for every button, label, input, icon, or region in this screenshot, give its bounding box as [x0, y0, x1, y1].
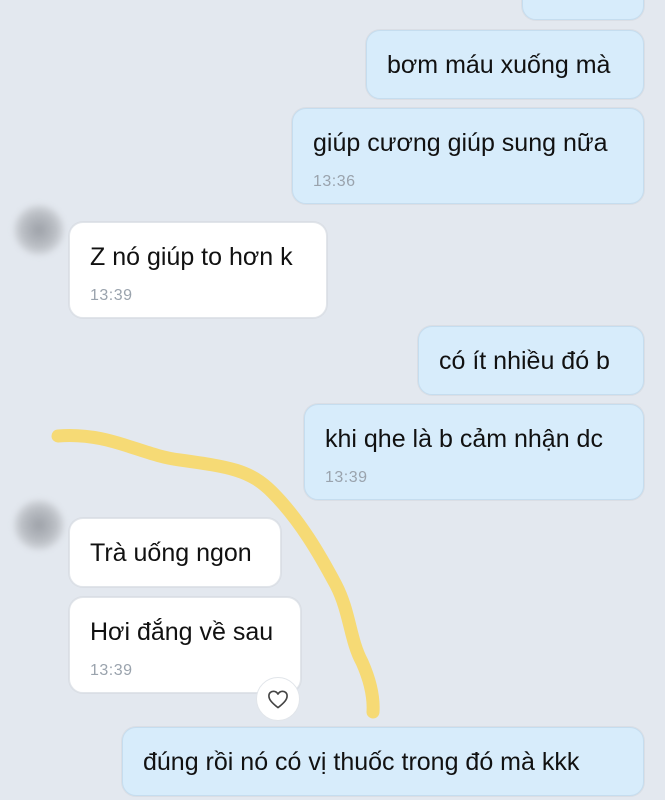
heart-outline-icon [268, 690, 288, 709]
message-text: có ít nhiều đó b [439, 347, 610, 375]
message-bubble-outgoing[interactable]: bơm máu xuống mà [366, 30, 644, 99]
message-text: Trà uống ngon [90, 539, 252, 567]
message-bubble-outgoing[interactable]: khi qhe là b cảm nhận dc 13:39 [304, 404, 644, 500]
reaction-button[interactable] [256, 677, 300, 721]
message-bubble-incoming[interactable]: Hơi đắng về sau 13:39 [69, 597, 301, 693]
message-text: đúng rồi nó có vị thuốc trong đó mà kkk [143, 748, 580, 776]
message-text: Z nó giúp to hơn k [90, 243, 293, 271]
message-bubble-outgoing[interactable]: đúng rồi nó có vị thuốc trong đó mà kkk [122, 727, 644, 796]
message-bubble-outgoing[interactable]: giúp cương giúp sung nữa 13:36 [292, 108, 644, 204]
message-bubble-partial[interactable] [522, 0, 644, 20]
message-text: Hơi đắng về sau [90, 618, 274, 646]
message-text: giúp cương giúp sung nữa [313, 129, 608, 157]
message-bubble-incoming[interactable]: Z nó giúp to hơn k 13:39 [69, 222, 327, 318]
message-bubble-incoming[interactable]: Trà uống ngon [69, 518, 281, 587]
message-time: 13:39 [90, 287, 133, 304]
message-time: 13:39 [90, 662, 133, 679]
message-time: 13:36 [313, 173, 356, 190]
message-text: khi qhe là b cảm nhận dc [325, 425, 603, 453]
contact-avatar[interactable] [14, 500, 64, 550]
message-time: 13:39 [325, 469, 368, 486]
message-text: bơm máu xuống mà [387, 51, 611, 79]
message-bubble-outgoing[interactable]: có ít nhiều đó b [418, 326, 644, 395]
contact-avatar[interactable] [14, 205, 64, 255]
